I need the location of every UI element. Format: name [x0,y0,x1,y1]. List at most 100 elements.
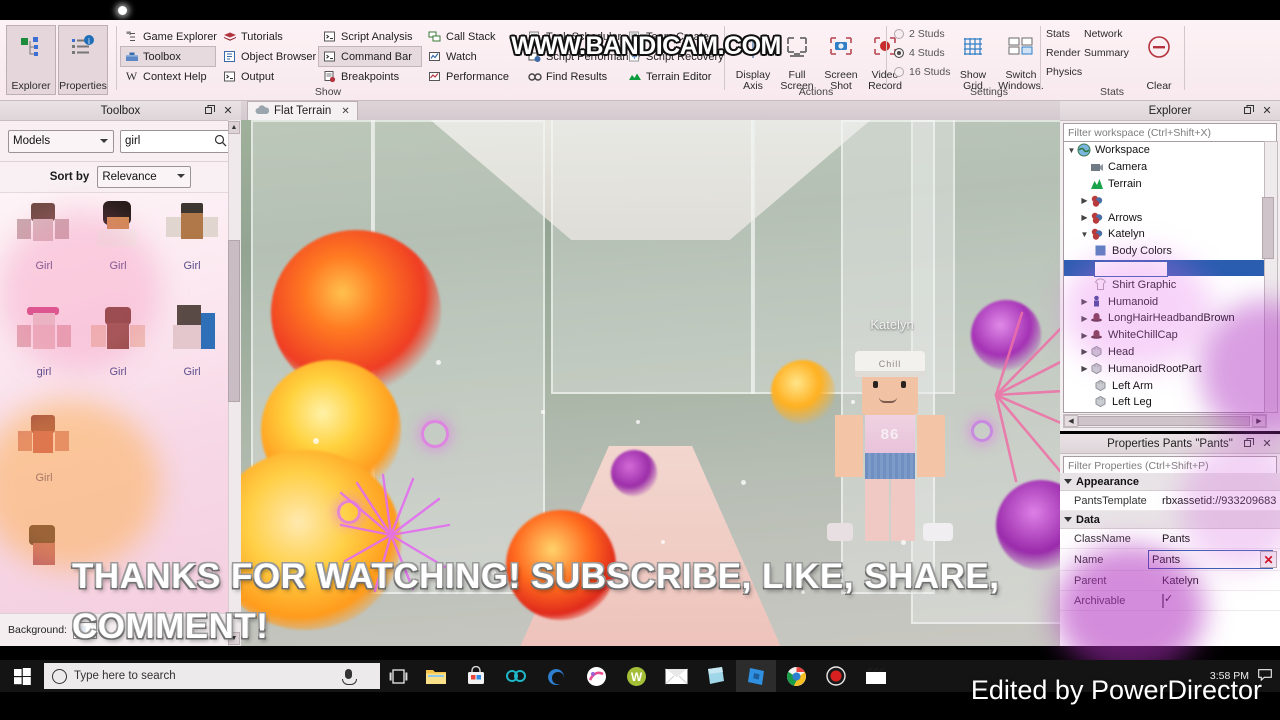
microphone-icon[interactable] [342,669,357,685]
float-icon[interactable] [1242,103,1256,117]
studs-option-4[interactable]: 4 Studs [894,47,945,59]
chevron-right-icon[interactable]: ▶ [1079,331,1090,340]
tree-item-head[interactable]: ▶ Head [1064,344,1266,361]
taskbar-search-input[interactable]: Type here to search [44,663,380,689]
property-value[interactable]: rbxassetid://933209683 [1162,495,1280,507]
scroll-thumb[interactable] [1078,416,1250,426]
stats-item-render[interactable]: Render [1046,47,1080,59]
studs-option-16[interactable]: 16 Studs [894,66,950,78]
ribbon-item-tutorials[interactable]: Tutorials [218,26,287,47]
tab-flat-terrain[interactable]: Flat Terrain ✕ [247,101,358,120]
ribbon-button-explorer[interactable]: Explorer [6,25,56,95]
ribbon-item-command-bar[interactable]: Command Bar [318,46,422,67]
toolbox-result-item[interactable]: Girl [8,199,80,272]
tree-item-pants[interactable]: Pants [1064,259,1266,277]
toolbox-result-item[interactable]: Girl [156,199,228,272]
taskbar-app-sticky-notes[interactable] [696,660,736,692]
tree-item-katelyn[interactable]: ▼ Katelyn [1064,226,1266,243]
scroll-left-icon[interactable]: ◀ [1064,415,1078,427]
tree-item-longhair-headband-brown[interactable]: ▶ LongHairHeadbandBrown [1064,310,1266,327]
chevron-right-icon[interactable]: ▶ [1079,314,1090,323]
tree-item-humanoid-root-part[interactable]: ▶ HumanoidRootPart [1064,360,1266,377]
chevron-right-icon[interactable]: ▶ [1079,297,1090,306]
explorer-horizontal-scrollbar[interactable]: ◀ ▶ [1063,414,1267,428]
ribbon-button-clear-stats[interactable]: Clear [1134,25,1184,95]
windows-start-icon[interactable] [0,660,44,692]
taskbar-app-mail[interactable] [656,660,696,692]
scroll-up-icon[interactable]: ▲ [228,121,240,134]
tree-item-humanoid[interactable]: ▶ Humanoid [1064,293,1266,310]
ribbon-item-toolbox[interactable]: Toolbox [120,46,216,67]
toolbox-result-item[interactable]: Girl [82,199,154,272]
tree-item-camera[interactable]: Camera [1064,159,1266,176]
tree-item-arrows[interactable]: ▶ Arrows [1064,209,1266,226]
scroll-right-icon[interactable]: ▶ [1252,415,1266,427]
taskbar-app-microsoft-store[interactable] [456,660,496,692]
ribbon-item-object-browser[interactable]: Object Browser [218,46,320,67]
toolbox-result-item[interactable]: girl [8,305,80,378]
chevron-right-icon[interactable]: ▶ [1079,347,1090,356]
rename-inline-input[interactable] [1094,260,1168,277]
taskbar-app-bandicam[interactable] [816,660,856,692]
toolbox-result-item[interactable]: Girl [156,305,228,378]
properties-category-data[interactable]: Data [1060,511,1280,529]
chevron-down-icon[interactable]: ▼ [1066,146,1077,155]
scroll-thumb[interactable] [1262,197,1274,259]
toolbox-category-select[interactable]: Models [8,129,114,153]
explorer-filter-input[interactable]: Filter workspace (Ctrl+Shift+X) [1063,123,1277,142]
taskbar-app-word[interactable]: W [616,660,656,692]
ribbon-item-context-help[interactable]: W Context Help [120,66,211,87]
properties-category-appearance[interactable]: Appearance [1060,473,1280,491]
tree-item-shirt-graphic[interactable]: Shirt Graphic [1064,276,1266,293]
ribbon-button-show-grid[interactable]: Show Grid [948,25,998,95]
toolbox-search-input[interactable]: girl [120,129,233,153]
clear-value-button[interactable]: ✕ [1260,551,1277,568]
explorer-tree[interactable]: ▼ Workspace Camera Terrain ▶ ▶ Arrows ▼ … [1063,141,1267,413]
float-icon[interactable] [1242,436,1256,450]
taskbar-app-edge[interactable] [536,660,576,692]
float-icon[interactable] [203,103,217,117]
ribbon-item-terrain-editor[interactable]: Terrain Editor [623,66,715,87]
taskbar-app-roblox-studio[interactable] [736,660,776,692]
taskbar-app-onedrive-link[interactable] [496,660,536,692]
tree-item-model-unnamed[interactable]: ▶ [1064,192,1266,209]
property-row-pantstemplate[interactable]: PantsTemplate rbxassetid://933209683 [1060,491,1280,511]
tree-item-white-chill-cap[interactable]: ▶ WhiteChillCap [1064,327,1266,344]
chevron-right-icon[interactable]: ▶ [1079,196,1090,205]
property-row-classname[interactable]: ClassName Pants [1060,529,1280,549]
ribbon-item-breakpoints[interactable]: Breakpoints [318,66,403,87]
tree-item-left-leg[interactable]: Left Leg [1064,394,1266,411]
task-view-icon[interactable] [380,660,416,692]
toolbox-result-item[interactable] [8,515,80,576]
close-icon[interactable]: ✕ [221,103,235,117]
chevron-right-icon[interactable]: ▶ [1079,364,1090,373]
ribbon-button-properties[interactable]: i Properties [58,25,108,95]
studs-option-2[interactable]: 2 Studs [894,28,945,40]
toolbox-result-item[interactable]: Girl [82,305,154,378]
stats-item-summary[interactable]: Summary [1084,47,1129,59]
taskbar-app-powerdirector[interactable] [856,660,896,692]
taskbar-app-chrome[interactable] [776,660,816,692]
scroll-thumb[interactable] [228,240,240,402]
close-icon[interactable]: ✕ [1260,103,1274,117]
tree-item-body-colors[interactable]: Body Colors [1064,243,1266,260]
stats-item-physics[interactable]: Physics [1046,66,1082,78]
player-character[interactable]: Katelyn Chill 86 [807,317,977,565]
chevron-right-icon[interactable]: ▶ [1079,213,1090,222]
stats-item-network[interactable]: Network [1084,28,1123,40]
ribbon-item-output[interactable]: Output [218,66,278,87]
ribbon-item-find-results[interactable]: Find Results [523,66,611,87]
chevron-down-icon[interactable]: ▼ [1079,230,1090,239]
toolbox-result-item[interactable]: Girl [8,411,80,484]
ribbon-item-script-analysis[interactable]: Script Analysis [318,26,417,47]
toolbox-sort-select[interactable]: Relevance [97,166,192,188]
ribbon-item-performance[interactable]: Performance [423,66,513,87]
close-icon[interactable]: ✕ [1260,436,1274,450]
explorer-vertical-scrollbar[interactable] [1262,141,1278,413]
tree-item-terrain[interactable]: Terrain [1064,176,1266,193]
tree-item-left-arm[interactable]: Left Arm [1064,377,1266,394]
tab-close-icon[interactable]: ✕ [341,106,349,117]
tree-item-workspace[interactable]: ▼ Workspace [1064,142,1266,159]
taskbar-app-file-explorer[interactable] [416,660,456,692]
stats-item-stats[interactable]: Stats [1046,28,1070,40]
